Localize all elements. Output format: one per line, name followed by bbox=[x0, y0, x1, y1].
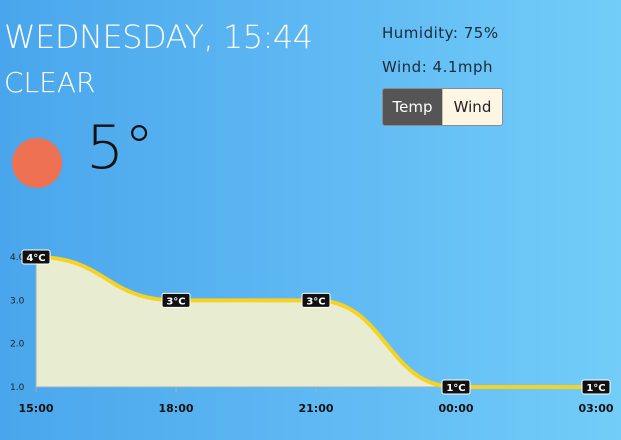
y-tick-label: 1.0 bbox=[10, 383, 25, 393]
x-tick-label: 00:00 bbox=[438, 402, 473, 415]
x-tick-label: 03:00 bbox=[578, 402, 613, 415]
data-label: 1°C bbox=[586, 383, 605, 394]
y-tick-label: 3.0 bbox=[10, 296, 25, 306]
data-label: 4°C bbox=[26, 253, 45, 264]
x-tick-label: 21:00 bbox=[298, 402, 333, 415]
forecast-chart: 4.03.02.01.015:00 18:00 21:00 00:00 03:004°C… bbox=[10, 249, 614, 415]
data-label: 1°C bbox=[446, 383, 465, 394]
data-label: 3°C bbox=[306, 296, 325, 307]
y-tick-label: 2.0 bbox=[10, 340, 25, 350]
x-tick-label: 15:00 bbox=[18, 402, 53, 415]
data-label: 3°C bbox=[166, 296, 185, 307]
x-tick-label: 18:00 bbox=[158, 402, 193, 415]
chart-area-fill bbox=[36, 257, 596, 387]
